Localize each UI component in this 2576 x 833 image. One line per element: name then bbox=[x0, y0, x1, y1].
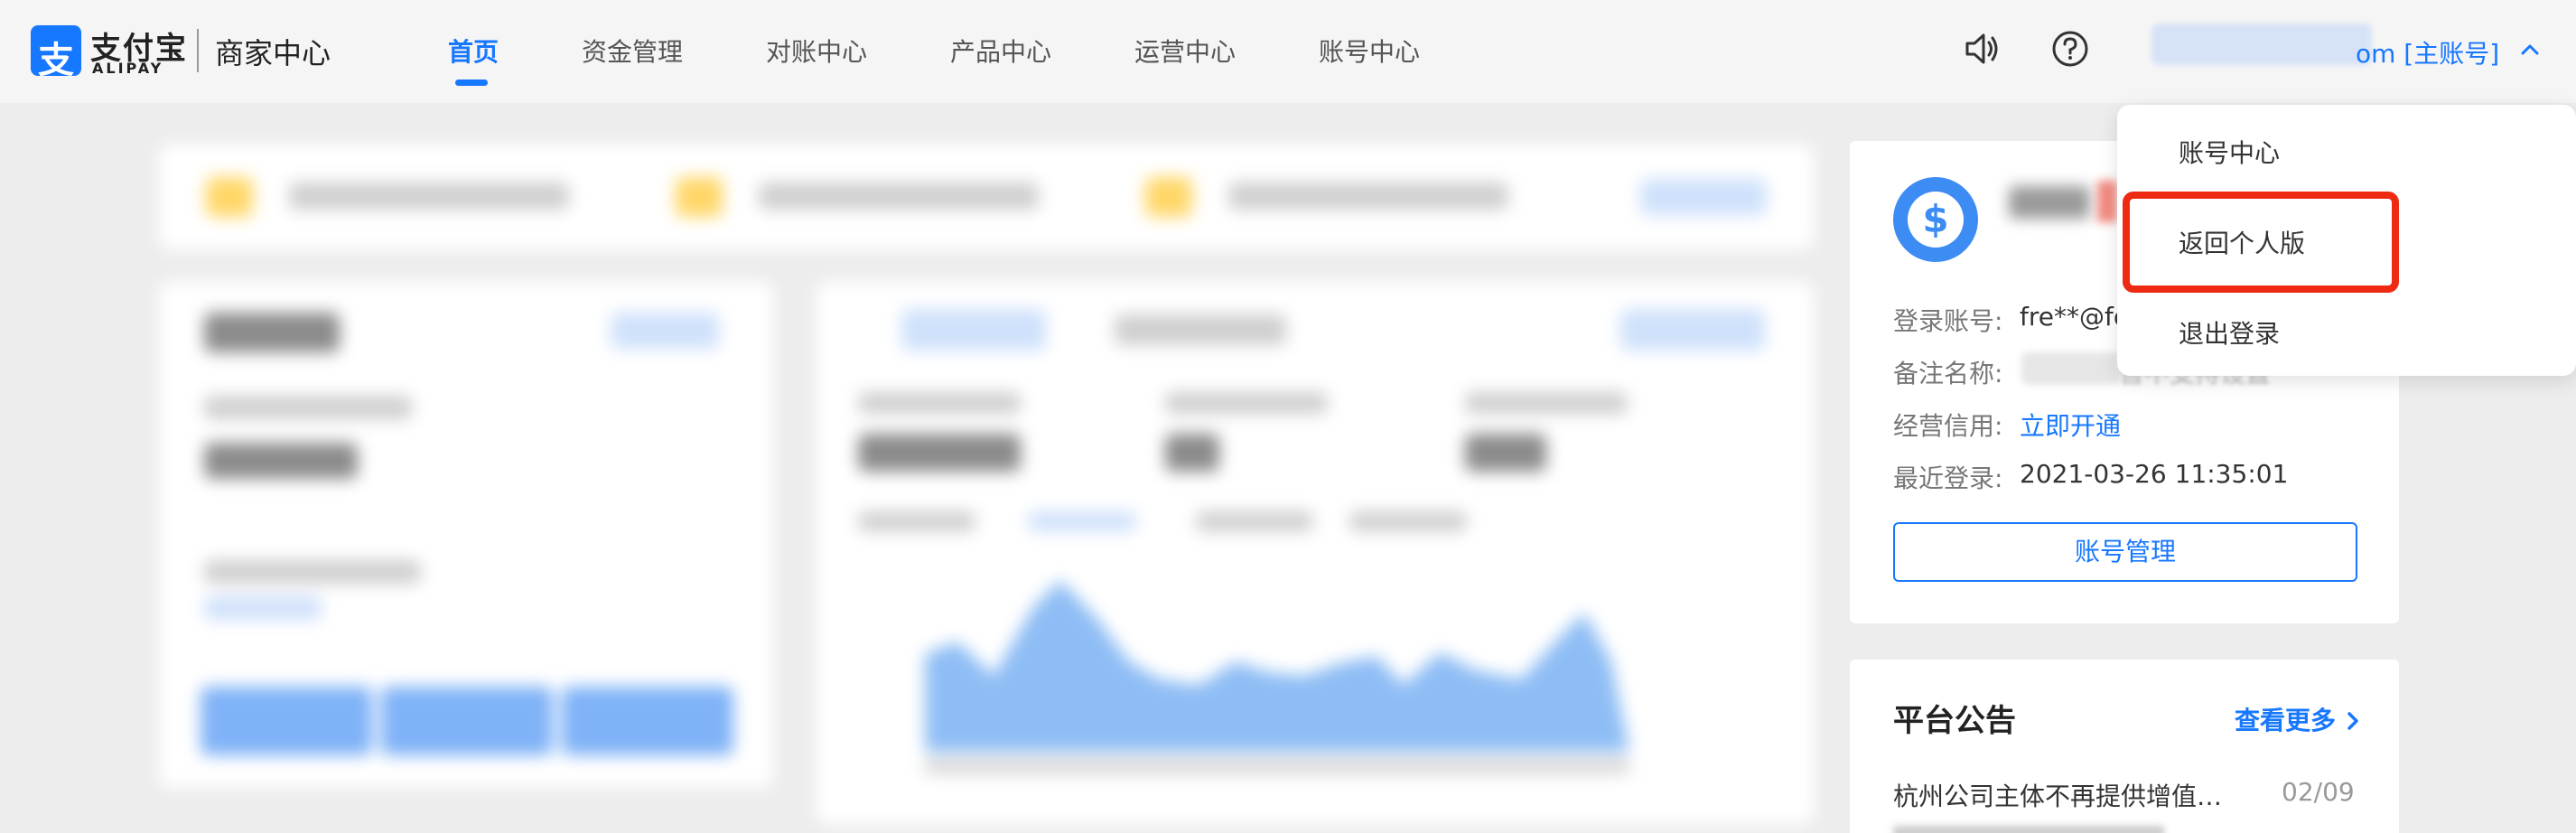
credit-activate-link[interactable]: 立即开通 bbox=[2020, 407, 2121, 443]
nav-active-indicator bbox=[455, 80, 488, 86]
credit-label: 经营信用: bbox=[1893, 411, 2003, 441]
announcement-title: 平台公告 bbox=[1893, 703, 2016, 739]
nav-item-products[interactable]: 产品中心 bbox=[950, 33, 1051, 69]
remark-name-redacted bbox=[2021, 352, 2121, 385]
summary-strip bbox=[159, 145, 1814, 249]
login-account-label: 登录账号: bbox=[1893, 306, 2003, 336]
login-account-value: fre**@fo bbox=[2020, 302, 2129, 332]
last-login-label: 最近登录: bbox=[1893, 463, 2003, 493]
account-name-redacted bbox=[2151, 23, 2372, 65]
view-more-label: 查看更多 bbox=[2235, 706, 2337, 735]
nav-item-funds[interactable]: 资金管理 bbox=[582, 33, 683, 69]
account-manage-button[interactable]: 账号管理 bbox=[1893, 522, 2357, 582]
nav-item-home[interactable]: 首页 bbox=[448, 33, 499, 69]
speaker-icon[interactable] bbox=[1960, 27, 2003, 70]
nav-item-operations[interactable]: 运营中心 bbox=[1134, 33, 1236, 69]
section-title: 商家中心 bbox=[215, 36, 331, 70]
view-more-link[interactable]: 查看更多 bbox=[2235, 701, 2361, 737]
last-login-value: 2021-03-26 11:35:01 bbox=[2020, 459, 2289, 489]
dollar-coin-icon: $ bbox=[1893, 177, 1978, 262]
highlight-annotation-box bbox=[2123, 192, 2399, 293]
menu-item-logout[interactable]: 退出登录 bbox=[2179, 314, 2280, 351]
merchant-name-redacted bbox=[1980, 170, 2106, 235]
announcement-item[interactable]: 杭州公司主体不再提供增值税... bbox=[1893, 777, 2236, 813]
alipay-logo-icon[interactable]: 支 bbox=[31, 25, 81, 81]
chevron-right-icon bbox=[2347, 712, 2358, 730]
announcement-date: 02/09 bbox=[2282, 777, 2355, 807]
nav-item-account[interactable]: 账号中心 bbox=[1319, 33, 1420, 69]
menu-item-account-center[interactable]: 账号中心 bbox=[2179, 134, 2280, 170]
nav-item-reconciliation[interactable]: 对账中心 bbox=[766, 33, 867, 69]
account-menu-trigger[interactable]: om [主账号] bbox=[2356, 34, 2499, 70]
chevron-up-icon[interactable] bbox=[2520, 40, 2540, 60]
brand-name-en: ALIPAY bbox=[92, 60, 164, 77]
help-icon[interactable] bbox=[2049, 27, 2092, 70]
trend-chart-panel bbox=[817, 282, 1814, 824]
logo-glyph: 支 bbox=[38, 40, 74, 81]
brand-divider bbox=[197, 29, 199, 72]
balance-panel bbox=[159, 282, 773, 788]
badge-redacted bbox=[2097, 181, 2117, 222]
announcement-item-redacted bbox=[1893, 826, 2164, 833]
remark-name-label: 备注名称: bbox=[1893, 359, 2003, 388]
